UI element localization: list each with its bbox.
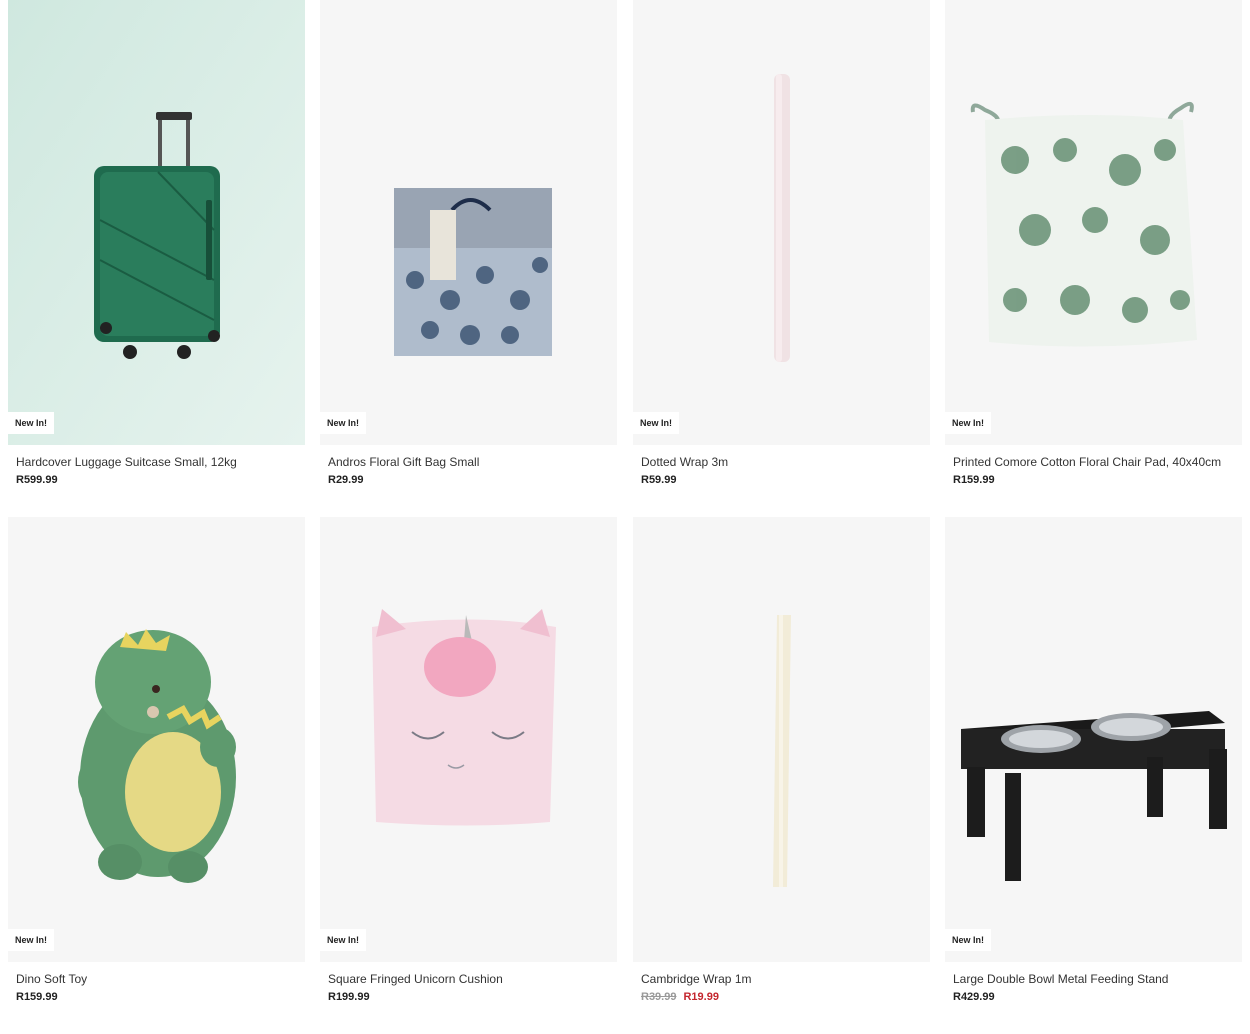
product-name[interactable]: Large Double Bowl Metal Feeding Stand	[953, 972, 1168, 986]
product-image[interactable]: New In!	[633, 0, 930, 445]
new-in-badge: New In!	[320, 929, 367, 951]
product-name[interactable]: Printed Comore Cotton Floral Chair Pad, …	[953, 455, 1221, 469]
product-price: R159.99	[953, 474, 995, 486]
product-price: R429.99	[953, 991, 995, 1003]
pink-unicorn-cushion-image	[372, 609, 556, 826]
product-image[interactable]: New In!	[320, 0, 617, 445]
product-price: R39.99 R19.99	[641, 991, 719, 1003]
product-price: R159.99	[16, 991, 58, 1003]
product-image[interactable]: New In!	[8, 517, 305, 962]
was-price: R39.99	[641, 991, 677, 1003]
product-name[interactable]: Dino Soft Toy	[16, 972, 87, 986]
new-in-badge: New In!	[945, 412, 992, 434]
new-in-badge: New In!	[945, 929, 992, 951]
product-price: R59.99	[641, 474, 677, 486]
new-in-badge: New In!	[633, 412, 680, 434]
floral-gift-bag-image	[394, 188, 552, 356]
product-image[interactable]: New In!	[945, 517, 1242, 962]
new-in-badge: New In!	[320, 412, 367, 434]
product-image[interactable]: New In!	[945, 0, 1242, 445]
pet-feeding-stand-image	[961, 711, 1227, 881]
product-image[interactable]	[633, 517, 930, 962]
new-in-badge: New In!	[8, 412, 55, 434]
new-in-badge: New In!	[8, 929, 55, 951]
product-price: R599.99	[16, 474, 58, 486]
pink-wrap-roll-image	[774, 74, 790, 362]
green-suitcase-image	[8, 0, 305, 445]
product-grid: New In! Hardcover Luggage Suitcase Small…	[0, 0, 1250, 1034]
green-dino-plush-image	[78, 629, 236, 883]
product-name[interactable]: Square Fringed Unicorn Cushion	[328, 972, 503, 986]
sale-price: R19.99	[683, 991, 719, 1003]
floral-chair-pad-image	[970, 101, 1197, 347]
product-image[interactable]: New In!	[320, 517, 617, 962]
product-name[interactable]: Hardcover Luggage Suitcase Small, 12kg	[16, 455, 237, 469]
product-name[interactable]: Cambridge Wrap 1m	[641, 972, 751, 986]
product-name[interactable]: Andros Floral Gift Bag Small	[328, 455, 479, 469]
product-price: R199.99	[328, 991, 370, 1003]
product-image[interactable]: New In!	[8, 0, 305, 445]
product-name[interactable]: Dotted Wrap 3m	[641, 455, 728, 469]
product-price: R29.99	[328, 474, 364, 486]
cream-wrap-roll-image	[773, 615, 791, 887]
